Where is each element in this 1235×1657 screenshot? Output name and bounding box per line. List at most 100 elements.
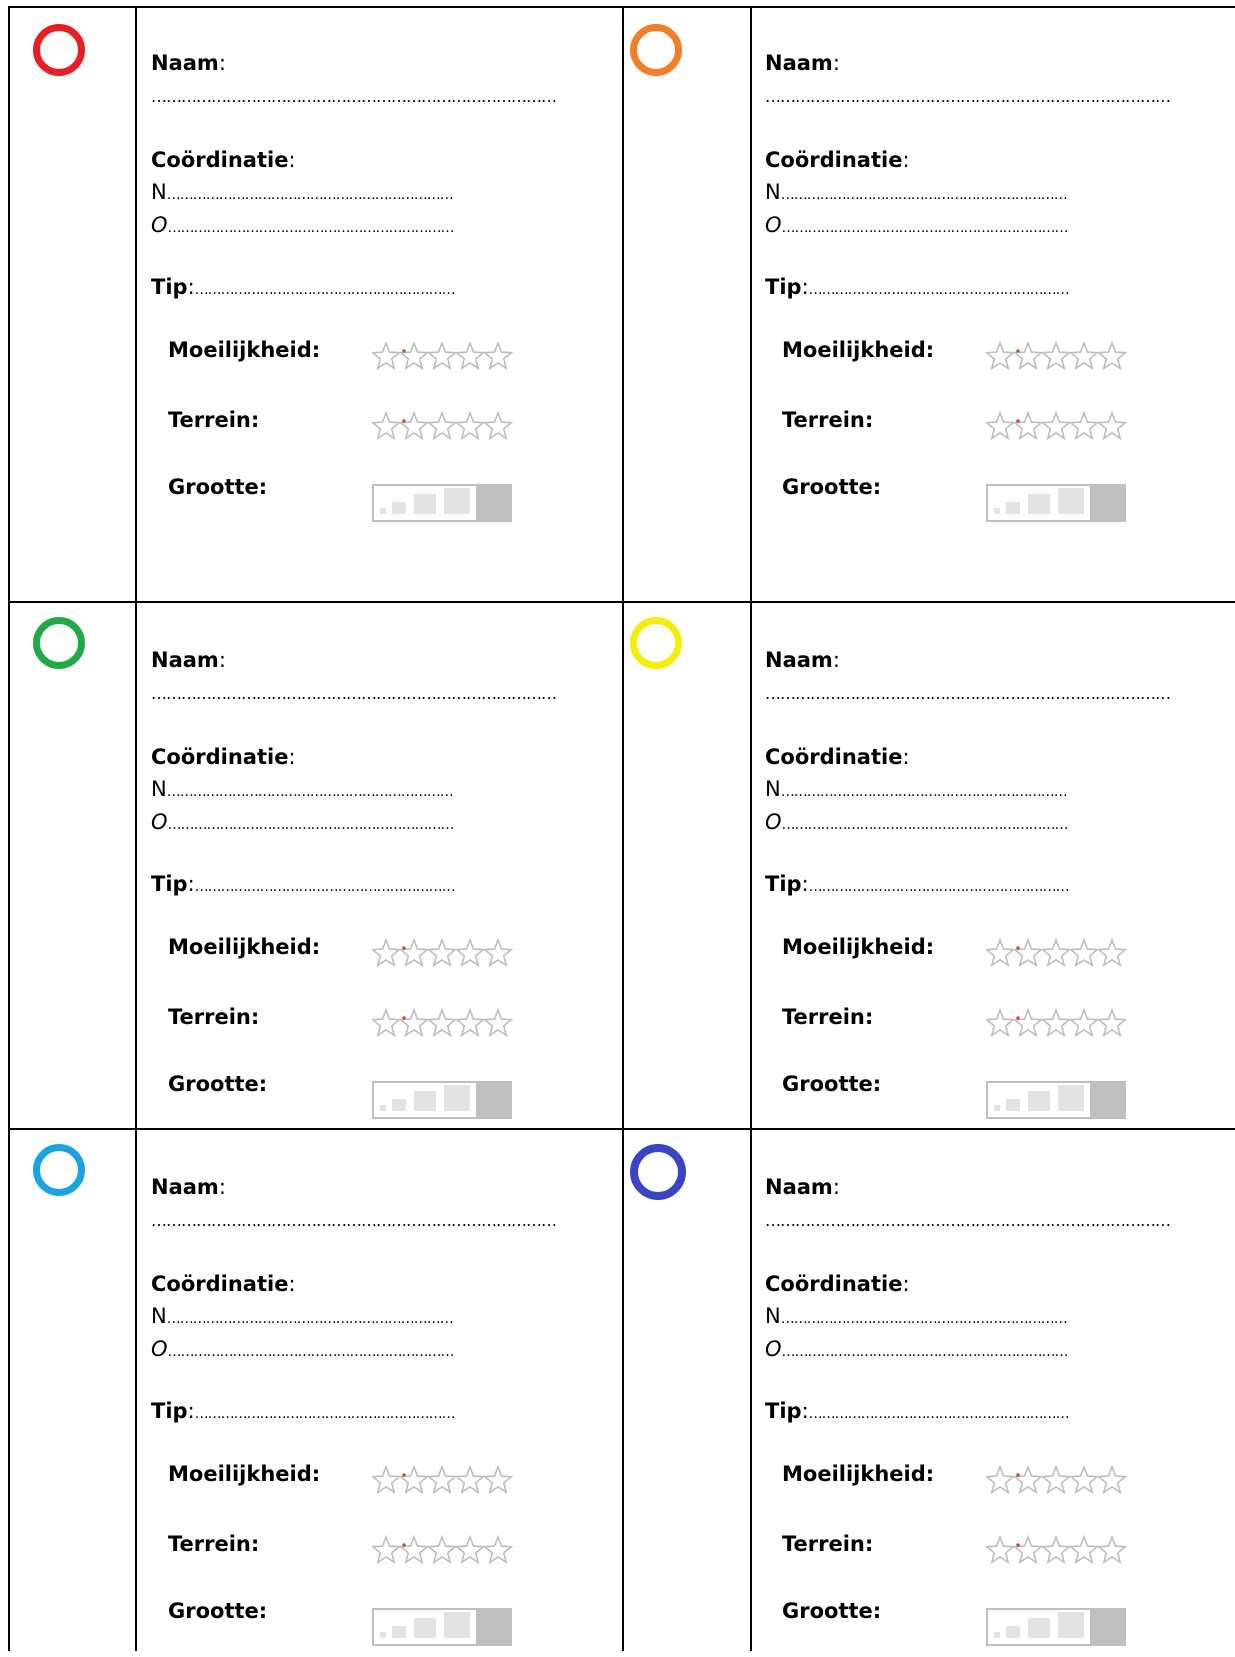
naam-field[interactable]: ……………………………………………………………………… xyxy=(765,1208,1171,1234)
naam-dotted-line: ……………………………………………………………………… xyxy=(151,684,557,703)
size-big-block xyxy=(444,1085,470,1111)
north-field[interactable]: N………………………………………………………… xyxy=(151,1303,454,1332)
tip-dotted-line: …………………………………………………… xyxy=(808,282,1070,298)
star-2 xyxy=(1012,937,1044,968)
east-field[interactable]: O………………………………………………………… xyxy=(151,212,455,241)
star-5 xyxy=(1096,937,1128,968)
half-star-marker xyxy=(1016,349,1020,353)
naam-dotted-line: ……………………………………………………………………… xyxy=(151,87,557,106)
tip-colon: : xyxy=(801,872,809,896)
terrein-stars xyxy=(986,410,1128,441)
grootte-label: Grootte: xyxy=(782,1072,882,1096)
north-field[interactable]: N………………………………………………………… xyxy=(765,179,1068,208)
tip-label-text: Tip xyxy=(765,1399,802,1423)
north-prefix: N xyxy=(151,180,167,204)
terrein-stars xyxy=(986,1534,1128,1565)
naam-field[interactable]: ……………………………………………………………………… xyxy=(151,681,557,707)
north-dotted-line: ………………………………………………………… xyxy=(166,1311,454,1327)
grootte-label: Grootte: xyxy=(168,1599,268,1623)
size-small-block xyxy=(392,502,406,514)
star-4 xyxy=(1068,410,1100,441)
star-1 xyxy=(986,937,1016,968)
east-prefix: O xyxy=(765,213,782,237)
north-field[interactable]: N………………………………………………………… xyxy=(151,776,454,805)
coordinatie-label: Coördinatie: xyxy=(765,147,910,173)
east-field[interactable]: O………………………………………………………… xyxy=(765,809,1069,838)
tip-colon: : xyxy=(801,1399,809,1423)
star-2 xyxy=(398,937,430,968)
terrein-stars xyxy=(372,410,514,441)
star-1 xyxy=(986,340,1016,371)
tip-field[interactable]: Tip:…………………………………………………… xyxy=(151,1398,456,1427)
size-small-block xyxy=(1006,502,1020,514)
star-3 xyxy=(1040,410,1072,441)
coordinatie-label-text: Coördinatie xyxy=(765,148,903,172)
east-field[interactable]: O………………………………………………………… xyxy=(765,1336,1069,1365)
grootte-label: Grootte: xyxy=(168,475,268,499)
star-1 xyxy=(372,1534,402,1565)
half-star-marker xyxy=(402,946,406,950)
tip-field[interactable]: Tip:…………………………………………………… xyxy=(151,274,456,303)
size-large-block xyxy=(476,1609,511,1645)
half-star-marker xyxy=(402,1473,406,1477)
grootte-size-indicator xyxy=(986,1081,1126,1119)
size-small-block xyxy=(392,1626,406,1638)
north-prefix: N xyxy=(765,1304,781,1328)
star-1 xyxy=(372,1007,402,1038)
terrein-stars xyxy=(372,1007,514,1038)
terrein-stars xyxy=(372,1534,514,1565)
naam-field[interactable]: ……………………………………………………………………… xyxy=(151,1208,557,1234)
tip-dotted-line: …………………………………………………… xyxy=(808,879,1070,895)
size-regular-block xyxy=(1028,494,1050,514)
tip-label-text: Tip xyxy=(151,275,188,299)
tip-field[interactable]: Tip:…………………………………………………… xyxy=(151,871,456,900)
star-1 xyxy=(372,1464,402,1495)
tip-field[interactable]: Tip:…………………………………………………… xyxy=(765,1398,1070,1427)
size-big-block xyxy=(1058,488,1084,514)
terrein-label: Terrein: xyxy=(168,1005,260,1029)
half-star-marker xyxy=(402,1543,406,1547)
tip-field[interactable]: Tip:…………………………………………………… xyxy=(765,274,1070,303)
terrein-label: Terrein: xyxy=(782,408,874,432)
tip-field[interactable]: Tip:…………………………………………………… xyxy=(765,871,1070,900)
size-large-block xyxy=(476,485,511,521)
north-field[interactable]: N………………………………………………………… xyxy=(151,179,454,208)
size-regular-block xyxy=(414,1091,436,1111)
moeilijkheid-label: Moeilijkheid: xyxy=(168,1462,321,1486)
naam-dotted-line: ……………………………………………………………………… xyxy=(765,87,1171,106)
naam-colon: : xyxy=(218,648,226,672)
coordinatie-label-text: Coördinatie xyxy=(765,745,903,769)
naam-field[interactable]: ……………………………………………………………………… xyxy=(765,681,1171,707)
star-3 xyxy=(1040,340,1072,371)
east-field[interactable]: O………………………………………………………… xyxy=(151,1336,455,1365)
tip-colon: : xyxy=(801,275,809,299)
east-dotted-line: ………………………………………………………… xyxy=(781,220,1069,236)
cache-card: Naam: ……………………………………………………………………… Coördina… xyxy=(8,1130,622,1657)
north-field[interactable]: N………………………………………………………… xyxy=(765,776,1068,805)
naam-field[interactable]: ……………………………………………………………………… xyxy=(765,84,1171,110)
cache-card: Naam: ……………………………………………………………………… Coördina… xyxy=(622,6,1235,533)
tip-label-text: Tip xyxy=(765,872,802,896)
east-prefix: O xyxy=(765,810,782,834)
star-2 xyxy=(398,340,430,371)
size-large-block xyxy=(1090,485,1125,521)
size-large-block xyxy=(476,1082,511,1118)
size-big-block xyxy=(1058,1085,1084,1111)
color-ring-icon xyxy=(33,617,85,669)
cache-card: Naam: ……………………………………………………………………… Coördina… xyxy=(622,603,1235,1130)
size-regular-block xyxy=(1028,1091,1050,1111)
size-regular-block xyxy=(1028,1618,1050,1638)
east-field[interactable]: O………………………………………………………… xyxy=(765,212,1069,241)
size-small-block xyxy=(1006,1099,1020,1111)
naam-field[interactable]: ……………………………………………………………………… xyxy=(151,84,557,110)
coordinatie-label-text: Coördinatie xyxy=(151,1272,289,1296)
east-dotted-line: ………………………………………………………… xyxy=(781,1344,1069,1360)
east-dotted-line: ………………………………………………………… xyxy=(167,817,455,833)
coordinatie-colon: : xyxy=(288,148,296,172)
half-star-marker xyxy=(402,1016,406,1020)
star-1 xyxy=(986,410,1016,441)
north-field[interactable]: N………………………………………………………… xyxy=(765,1303,1068,1332)
naam-label: Naam: xyxy=(765,647,840,673)
east-prefix: O xyxy=(151,1337,168,1361)
east-field[interactable]: O………………………………………………………… xyxy=(151,809,455,838)
